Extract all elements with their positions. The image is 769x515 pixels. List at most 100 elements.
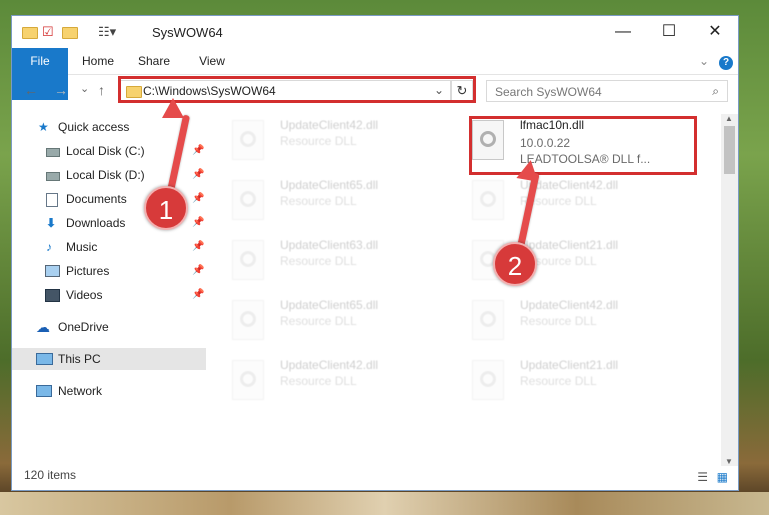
close-button[interactable]: ✕ (692, 16, 738, 48)
sidebar-item-label: Local Disk (D:) (66, 168, 145, 182)
annotation-arrowhead-1 (162, 98, 184, 118)
file-name: UpdateClient42.dll (280, 118, 379, 132)
sidebar-item-label: This PC (58, 352, 101, 366)
list-item[interactable]: UpdateClient65.dll Resource DLL (212, 176, 432, 228)
desktop-background (0, 492, 769, 515)
dll-file-icon (472, 180, 504, 220)
list-item[interactable]: UpdateClient63.dll Resource DLL (212, 236, 432, 288)
file-type: Resource DLL (280, 314, 357, 328)
computer-icon (36, 353, 53, 365)
list-item[interactable]: UpdateClient42.dll Resource DLL (452, 296, 672, 348)
sidebar-item-label: Downloads (66, 216, 126, 230)
file-type: Resource DLL (280, 194, 357, 208)
sidebar-item-label: Videos (66, 288, 103, 302)
minimize-button[interactable]: — (600, 16, 646, 48)
sidebar-item-label: Network (58, 384, 103, 398)
window-title: SysWOW64 (152, 25, 223, 40)
dll-file-icon (472, 360, 504, 400)
large-icons-view-icon[interactable]: ▦ (717, 470, 728, 484)
drive-icon (46, 172, 60, 181)
explorer-window: ☑ ☷▾ SysWOW64 — ☐ ✕ File Home Share View… (11, 15, 739, 491)
item-count: 120 items (24, 468, 77, 482)
drive-icon (46, 148, 60, 157)
sidebar-item-this-pc[interactable]: This PC (12, 348, 206, 370)
file-type: Resource DLL (280, 374, 357, 388)
ribbon-tabs: File Home Share View ⌄ ? (12, 48, 738, 100)
cloud-icon: ☁ (36, 319, 50, 335)
search-input[interactable]: Search SysWOW64 ⌕ (486, 80, 728, 102)
pin-icon: 📌 (192, 265, 205, 276)
recent-locations-button[interactable]: ⌄ (80, 82, 89, 95)
list-item[interactable]: UpdateClient42.dll Resource DLL (452, 176, 672, 228)
file-name: UpdateClient63.dll (280, 238, 379, 252)
annotation-badge-2: 2 (493, 242, 537, 286)
dll-file-icon (232, 120, 264, 160)
sidebar-item-network[interactable]: Network (12, 380, 206, 402)
sidebar-item-videos[interactable]: Videos 📌 (12, 284, 206, 306)
list-item[interactable]: UpdateClient42.dll Resource DLL (212, 116, 432, 168)
scroll-down-icon[interactable]: ▼ (725, 457, 733, 466)
list-item[interactable]: UpdateClient21.dll Resource DLL (452, 356, 672, 408)
list-item[interactable]: UpdateClient42.dll Resource DLL (212, 356, 432, 408)
properties-icon[interactable]: ☑ (42, 24, 54, 40)
help-icon-glyph: ? (719, 56, 733, 70)
tab-view[interactable]: View (192, 48, 232, 74)
pin-icon: 📌 (192, 289, 205, 300)
up-button[interactable]: ↑ (98, 82, 105, 98)
pin-icon: 📌 (192, 241, 205, 252)
back-button[interactable]: ← (24, 82, 38, 98)
sidebar-item-onedrive[interactable]: ☁ OneDrive (12, 316, 206, 338)
help-icon[interactable]: ? (718, 48, 734, 74)
sidebar-item-music[interactable]: ♪ Music 📌 (12, 236, 206, 258)
star-icon: ★ (38, 120, 49, 134)
dll-file-icon (232, 240, 264, 280)
sidebar-item-label: Local Disk (C:) (66, 144, 145, 158)
sidebar-item-label: Pictures (66, 264, 110, 278)
file-name: UpdateClient42.dll (280, 358, 379, 372)
pin-icon: 📌 (192, 169, 205, 180)
file-name: UpdateClient21.dll (520, 358, 619, 372)
list-item[interactable]: UpdateClient65.dll Resource DLL (212, 296, 432, 348)
sidebar-item-label: Quick access (58, 120, 130, 134)
tab-home[interactable]: Home (78, 48, 118, 74)
dll-file-icon (232, 360, 264, 400)
dll-file-icon (472, 300, 504, 340)
search-placeholder: Search SysWOW64 (495, 85, 602, 99)
file-name: UpdateClient65.dll (280, 178, 379, 192)
sidebar-item-label: Documents (66, 192, 127, 206)
new-folder-icon[interactable] (62, 27, 78, 39)
folder-icon (22, 27, 38, 39)
details-view-icon[interactable]: ☰ (697, 470, 708, 484)
expand-ribbon-icon[interactable]: ⌄ (696, 48, 712, 74)
list-item[interactable]: UpdateClient21.dll Resource DLL (452, 236, 672, 288)
file-name: UpdateClient21.dll (520, 238, 619, 252)
music-icon: ♪ (46, 240, 52, 254)
customize-toolbar-icon[interactable]: ☷▾ (98, 24, 116, 40)
documents-icon (46, 193, 58, 207)
file-type: Resource DLL (520, 314, 597, 328)
title-bar: ☑ ☷▾ SysWOW64 — ☐ ✕ (12, 16, 738, 48)
pictures-icon (45, 265, 60, 277)
maximize-button[interactable]: ☐ (646, 16, 692, 48)
sidebar-item-pictures[interactable]: Pictures 📌 (12, 260, 206, 282)
file-name: UpdateClient42.dll (520, 298, 619, 312)
file-type: Resource DLL (520, 374, 597, 388)
videos-icon (45, 289, 60, 302)
dll-file-icon (232, 180, 264, 220)
network-icon (36, 385, 52, 397)
scrollbar-thumb[interactable] (724, 126, 735, 174)
vertical-scrollbar[interactable]: ▲ ▼ (721, 114, 738, 466)
downloads-icon: ⬇ (46, 216, 57, 230)
file-name: UpdateClient65.dll (280, 298, 379, 312)
pin-icon: 📌 (192, 217, 205, 228)
sidebar-item-label: Music (66, 240, 98, 254)
pin-icon: 📌 (192, 193, 205, 204)
file-type: Resource DLL (280, 254, 357, 268)
sidebar-item-quick-access[interactable]: ★ Quick access (12, 116, 206, 138)
scroll-up-icon[interactable]: ▲ (725, 114, 733, 123)
dll-file-icon (232, 300, 264, 340)
annotation-arrowhead-2 (516, 158, 542, 182)
forward-button[interactable]: → (54, 82, 68, 98)
tab-share[interactable]: Share (134, 48, 174, 74)
file-type: Resource DLL (280, 134, 357, 148)
